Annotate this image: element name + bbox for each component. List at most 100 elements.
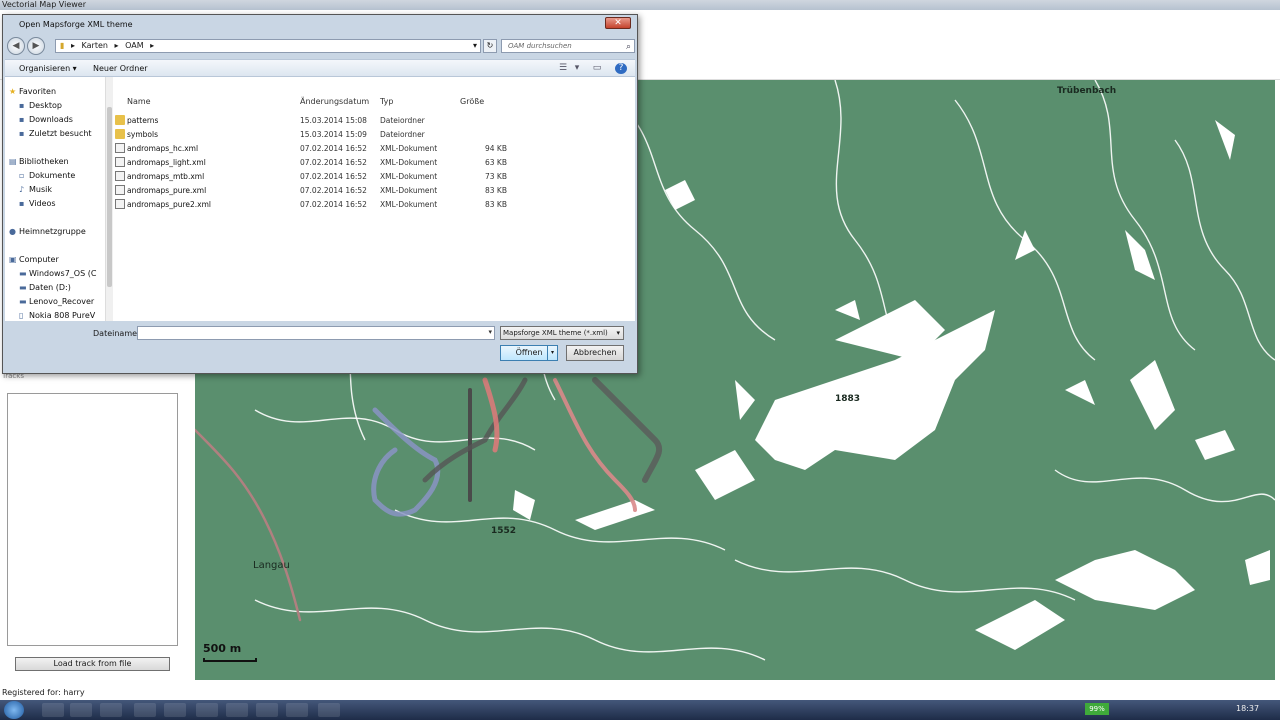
app-icon[interactable]: [286, 703, 308, 717]
nav-homegroup[interactable]: ● Heimnetzgruppe: [9, 227, 86, 236]
xml-file-icon: [115, 157, 125, 167]
view-dropdown-icon[interactable]: ▾: [571, 63, 583, 74]
videos-icon: ▪: [19, 199, 25, 208]
app-icon[interactable]: [134, 703, 156, 717]
file-row[interactable]: andromaps_mtb.xml 07.02.2014 16:52 XML-D…: [115, 170, 635, 184]
nav-downloads[interactable]: ▪ Downloads: [19, 115, 73, 124]
nav-videos[interactable]: ▪ Videos: [19, 199, 56, 208]
nav-music[interactable]: ♪ Musik: [19, 185, 52, 194]
file-row[interactable]: patterns 15.03.2014 15:08 Dateiordner: [115, 114, 635, 128]
organize-menu[interactable]: Organisieren ▾: [19, 64, 77, 73]
nav-nokia[interactable]: ▯ Nokia 808 PureV: [19, 311, 95, 320]
scroll-thumb[interactable]: [107, 107, 112, 287]
app-icon[interactable]: [256, 703, 278, 717]
open-button[interactable]: Öffnen ▾: [500, 345, 558, 361]
map-border: [1275, 80, 1280, 680]
downloads-icon: ▪: [19, 115, 25, 124]
open-dropdown-icon[interactable]: ▾: [547, 346, 557, 360]
nav-documents[interactable]: ▫ Dokumente: [19, 171, 75, 180]
app-icon[interactable]: [164, 703, 186, 717]
address-dropdown-icon[interactable]: ▾: [473, 40, 477, 52]
new-folder-button[interactable]: Neuer Ordner: [93, 64, 148, 73]
help-icon[interactable]: ?: [615, 63, 627, 74]
map-viewer-taskbar-icon[interactable]: [318, 703, 340, 717]
phone-icon: ▯: [19, 311, 24, 320]
dialog-title: Open Mapsforge XML theme: [19, 20, 133, 29]
nav-drive-d[interactable]: ▬ Daten (D:): [19, 283, 71, 292]
folder-icon: [115, 129, 125, 139]
refresh-button[interactable]: ↻: [483, 39, 497, 53]
file-row[interactable]: andromaps_pure.xml 07.02.2014 16:52 XML-…: [115, 184, 635, 198]
folder-icon[interactable]: [100, 703, 122, 717]
file-row[interactable]: symbols 15.03.2014 15:09 Dateiordner: [115, 128, 635, 142]
load-track-button[interactable]: Load track from file: [15, 657, 170, 671]
breadcrumb-karten[interactable]: Karten: [82, 40, 108, 52]
folder-icon: ▮: [60, 41, 65, 50]
app-icon[interactable]: [196, 703, 218, 717]
recent-icon: ▪: [19, 129, 25, 138]
nav-computer[interactable]: ▣ Computer: [9, 255, 59, 264]
app-icon[interactable]: [226, 703, 248, 717]
nav-recovery[interactable]: ▬ Lenovo_Recover: [19, 297, 94, 306]
file-row[interactable]: andromaps_light.xml 07.02.2014 16:52 XML…: [115, 156, 635, 170]
nav-scrollbar[interactable]: [105, 77, 113, 321]
tracks-list[interactable]: [7, 393, 178, 646]
view-options-icon[interactable]: ☰: [557, 63, 569, 74]
ie-icon[interactable]: [42, 703, 64, 717]
search-icon[interactable]: ⌕: [626, 41, 631, 53]
folder-icon: [115, 115, 125, 125]
xml-file-icon: [115, 199, 125, 209]
peak-label: 1883: [835, 394, 861, 404]
xml-file-icon: [115, 143, 125, 153]
nav-drive-c[interactable]: ▬ Windows7_OS (C: [19, 269, 96, 278]
search-placeholder: OAM durchsuchen: [508, 42, 572, 50]
peak-label: 1552: [491, 526, 517, 536]
status-area: [195, 680, 1280, 700]
town-label: Trübenbach: [1057, 86, 1117, 96]
back-button[interactable]: ◀: [7, 37, 25, 55]
column-name[interactable]: Name: [127, 97, 151, 106]
nav-favorites[interactable]: ★ Favoriten: [9, 87, 56, 96]
drive-icon: ▬: [19, 269, 27, 278]
dialog-toolbar: Organisieren ▾ Neuer Ordner ☰ ▾ ▭ ?: [5, 59, 635, 77]
xml-file-icon: [115, 171, 125, 181]
nav-recent[interactable]: ▪ Zuletzt besucht: [19, 129, 92, 138]
xml-file-icon: [115, 185, 125, 195]
nav-libraries[interactable]: ▤ Bibliotheken: [9, 157, 69, 166]
file-row[interactable]: andromaps_pure2.xml 07.02.2014 16:52 XML…: [115, 198, 635, 212]
forward-button[interactable]: ▶: [27, 37, 45, 55]
breadcrumb-oam[interactable]: OAM: [125, 40, 144, 52]
close-button[interactable]: ✕: [605, 17, 631, 29]
explorer-icon[interactable]: [70, 703, 92, 717]
map-scale-bar: 500 m: [203, 642, 259, 664]
scale-label: 500 m: [203, 642, 242, 655]
drive-icon: ▬: [19, 283, 27, 292]
column-date[interactable]: Änderungsdatum: [300, 97, 369, 106]
nav-buttons: ◀ ▶: [7, 37, 47, 55]
filename-dropdown-icon[interactable]: ▾: [488, 328, 492, 336]
desktop-icon: ▪: [19, 101, 25, 110]
music-icon: ♪: [19, 185, 25, 194]
column-size[interactable]: Größe: [460, 97, 484, 106]
filename-input[interactable]: ▾: [137, 326, 495, 340]
homegroup-icon: ●: [9, 227, 16, 236]
library-icon: ▤: [9, 157, 17, 166]
start-button[interactable]: [4, 701, 24, 719]
open-file-dialog: Open Mapsforge XML theme ✕ ◀ ▶ ▮ ▸ Karte…: [2, 14, 638, 374]
nav-desktop[interactable]: ▪ Desktop: [19, 101, 62, 110]
town-label: Langau: [253, 560, 290, 571]
column-type[interactable]: Typ: [380, 97, 393, 106]
file-row[interactable]: andromaps_hc.xml 07.02.2014 16:52 XML-Do…: [115, 142, 635, 156]
gps-tracks: [195, 377, 663, 622]
address-bar[interactable]: ▮ ▸ Karten ▸ OAM ▸ ▾: [55, 39, 481, 53]
clock: 18:37: [1236, 704, 1260, 713]
cancel-button[interactable]: Abbrechen: [566, 345, 624, 361]
navigation-pane: ★ Favoriten ▪ Desktop ▪ Downloads ▪ Zuletzt …: [5, 77, 105, 321]
scale-line: [203, 658, 257, 662]
chevron-down-icon: ▾: [616, 329, 620, 337]
preview-pane-icon[interactable]: ▭: [591, 63, 603, 74]
file-type-select[interactable]: Mapsforge XML theme (*.xml) ▾: [500, 326, 624, 340]
search-input[interactable]: OAM durchsuchen ⌕: [501, 39, 635, 53]
file-list: Name Änderungsdatum Typ Größe patterns 1…: [115, 77, 635, 321]
battery-indicator: 99%: [1085, 703, 1109, 715]
